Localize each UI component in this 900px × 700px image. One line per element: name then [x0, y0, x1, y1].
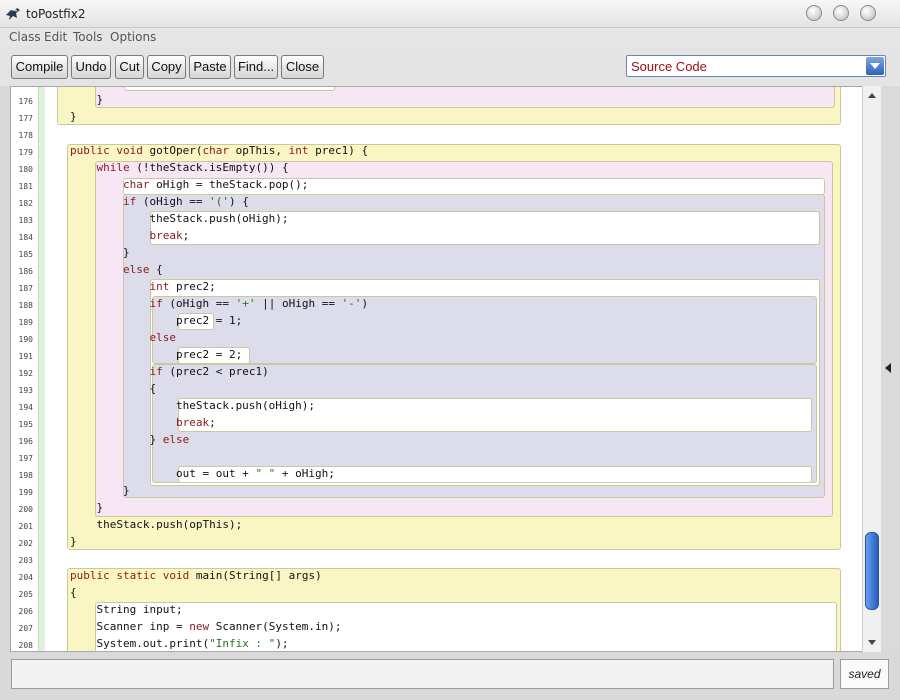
- code-line: String input;: [70, 603, 183, 616]
- code-line: public static void main(String[] args): [70, 569, 322, 582]
- menu-class[interactable]: Class: [9, 30, 41, 44]
- save-status: saved: [848, 667, 881, 681]
- code-line: theStack.push(oHigh);: [70, 399, 316, 412]
- line-number: 176: [18, 97, 33, 106]
- line-number: 196: [18, 437, 33, 446]
- cut-button[interactable]: Cut: [115, 55, 144, 79]
- line-number: 199: [18, 488, 33, 497]
- breakpoint-margin[interactable]: [38, 87, 45, 651]
- source-editor[interactable]: 176 177 178 179 180 181 182 183 184 185 …: [10, 86, 881, 652]
- line-number: 177: [18, 114, 33, 123]
- line-number: 197: [18, 454, 33, 463]
- minimize-button[interactable]: [806, 5, 822, 21]
- line-number: 203: [18, 556, 33, 565]
- line-number: 201: [18, 522, 33, 531]
- scroll-down-icon[interactable]: [863, 636, 881, 650]
- view-select-value: Source Code: [631, 59, 707, 74]
- line-number: 190: [18, 335, 33, 344]
- code-line: {: [70, 586, 77, 599]
- save-status-box: saved: [840, 659, 889, 689]
- code-line: else: [149, 331, 176, 344]
- chevron-down-icon[interactable]: [866, 57, 884, 75]
- code-line: } else: [70, 433, 190, 446]
- line-number: 189: [18, 318, 33, 327]
- vertical-scrollbar[interactable]: [862, 86, 881, 652]
- code-line: int prec2;: [149, 280, 216, 293]
- code-line: break;: [175, 416, 216, 429]
- code-line: break;: [149, 229, 190, 242]
- triangle-left-icon[interactable]: [884, 362, 892, 374]
- code-line: else {: [122, 263, 163, 276]
- code-line: theStack.push(opThis);: [70, 518, 243, 531]
- menu-bar: Class Edit Tools Options: [0, 28, 900, 46]
- scroll-up-icon[interactable]: [863, 88, 881, 102]
- view-select[interactable]: Source Code: [626, 55, 886, 77]
- code-line: theStack.push(oHigh);: [70, 212, 289, 225]
- menu-options[interactable]: Options: [110, 30, 156, 44]
- block-scope: [124, 87, 335, 91]
- title-bar: toPostfix2: [0, 0, 900, 28]
- line-number-gutter: 176 177 178 179 180 181 182 183 184 185 …: [11, 87, 37, 651]
- line-number: 193: [18, 386, 33, 395]
- code-line: prec2 = 2;: [70, 348, 243, 361]
- line-number: 205: [18, 590, 33, 599]
- line-number: 202: [18, 539, 33, 548]
- code-line: Scanner inp = new Scanner(System.in);: [70, 620, 342, 633]
- message-field: [11, 659, 834, 689]
- line-number: 188: [18, 301, 33, 310]
- line-number: 195: [18, 420, 33, 429]
- undo-button[interactable]: Undo: [71, 55, 111, 79]
- line-number: 204: [18, 573, 33, 582]
- close-button[interactable]: Close: [281, 55, 324, 79]
- maximize-button[interactable]: [833, 5, 849, 21]
- line-number: 200: [18, 505, 33, 514]
- line-number: 208: [18, 641, 33, 650]
- code-line: out = out + " " + oHigh;: [70, 467, 335, 480]
- code-line: public void gotOper(char opThis, int pre…: [70, 144, 369, 157]
- code-line: }: [70, 93, 104, 106]
- line-number: 182: [18, 199, 33, 208]
- code-line: }: [70, 110, 77, 123]
- code-line: {: [70, 382, 157, 395]
- side-panel-toggle[interactable]: [881, 86, 900, 652]
- paste-button[interactable]: Paste: [189, 55, 231, 79]
- line-number: 187: [18, 284, 33, 293]
- line-number: 191: [18, 352, 33, 361]
- line-number: 184: [18, 233, 33, 242]
- line-number: 178: [18, 131, 33, 140]
- code-line: while (!theStack.isEmpty()) {: [96, 161, 289, 174]
- line-number: 185: [18, 250, 33, 259]
- line-number: 180: [18, 165, 33, 174]
- code-line: if (oHigh == '+' || oHigh == '-'): [149, 297, 369, 310]
- line-number: 179: [18, 148, 33, 157]
- scrollbar-thumb[interactable]: [865, 532, 879, 610]
- line-number: 207: [18, 624, 33, 633]
- bluej-bird-icon: [6, 8, 20, 20]
- code-line: prec2 = 1;: [70, 314, 243, 327]
- close-window-button[interactable]: [860, 5, 876, 21]
- line-number: 198: [18, 471, 33, 480]
- code-line: }: [70, 501, 104, 514]
- code-line: }: [70, 484, 130, 497]
- line-number: 194: [18, 403, 33, 412]
- line-number: 192: [18, 369, 33, 378]
- compile-button[interactable]: Compile: [11, 55, 68, 79]
- code-line: System.out.print("Infix : ");: [70, 637, 289, 650]
- line-number: 181: [18, 182, 33, 191]
- line-number: 183: [18, 216, 33, 225]
- find-button[interactable]: Find...: [234, 55, 278, 79]
- line-number: 206: [18, 607, 33, 616]
- code-line: if (oHigh == '(') {: [122, 195, 249, 208]
- code-line: }: [70, 535, 77, 548]
- code-line: }: [70, 246, 130, 259]
- code-line: if (prec2 < prec1): [149, 365, 269, 378]
- window-title: toPostfix2: [26, 7, 86, 21]
- menu-tools[interactable]: Tools: [73, 30, 103, 44]
- copy-button[interactable]: Copy: [147, 55, 186, 79]
- code-line: char oHigh = theStack.pop();: [122, 178, 309, 191]
- menu-edit[interactable]: Edit: [44, 30, 67, 44]
- line-number: 186: [18, 267, 33, 276]
